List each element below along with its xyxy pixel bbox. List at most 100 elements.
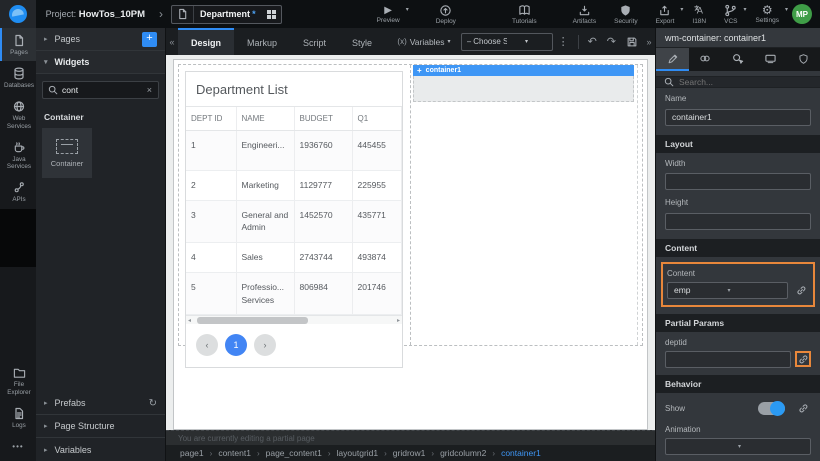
properties-search-input[interactable]: [679, 77, 812, 87]
globe-icon: [13, 100, 25, 113]
widget-selection-header[interactable]: + container1: [413, 65, 634, 76]
security-button[interactable]: Security: [605, 0, 646, 28]
user-avatar[interactable]: MP: [792, 4, 812, 24]
content-field-highlight: Content emp ▾: [661, 262, 815, 307]
animation-select[interactable]: ▾: [665, 438, 811, 455]
breadcrumb-layoutgrid1[interactable]: layoutgrid1: [337, 448, 379, 458]
width-input[interactable]: [665, 173, 811, 190]
deploy-button[interactable]: Deploy: [427, 0, 465, 28]
tab-styles[interactable]: [689, 48, 722, 71]
more-options-button[interactable]: •••: [0, 434, 36, 461]
collapse-right-panel-button[interactable]: »: [643, 37, 655, 47]
breadcrumb-gridcolumn2[interactable]: gridcolumn2: [440, 448, 486, 458]
artifacts-button[interactable]: Artifacts: [564, 0, 605, 28]
deptid-input[interactable]: [665, 351, 791, 368]
variables-section-header[interactable]: ▸ Variables: [36, 438, 165, 461]
data-table-widget[interactable]: Department List DEPT ID NAME BUDGET Q1: [185, 71, 403, 368]
variables-button[interactable]: (x) Variables ▾: [397, 37, 450, 47]
export-icon: [658, 4, 671, 17]
bind-content-button[interactable]: [793, 282, 809, 298]
rail-item-java-services[interactable]: Java Services: [0, 135, 36, 175]
link-icon: [798, 403, 809, 414]
more-actions-button[interactable]: ⋮: [553, 35, 574, 48]
layout-section-header: Layout: [656, 135, 820, 153]
preview-button[interactable]: ▶ ▾ Preview: [368, 0, 409, 28]
widget-search-input[interactable]: [58, 85, 146, 95]
api-nodes-icon: [13, 181, 25, 194]
rail-item-databases[interactable]: Databases: [0, 61, 36, 94]
pager-prev-button[interactable]: ‹: [196, 334, 218, 356]
bind-show-button[interactable]: [795, 401, 811, 417]
save-button[interactable]: [621, 36, 643, 48]
rail-item-pages[interactable]: Pages: [0, 28, 36, 61]
settings-button[interactable]: ⚙ ▾ Settings: [747, 0, 789, 28]
app-logo[interactable]: [0, 0, 36, 28]
properties-search: [656, 76, 820, 88]
tab-events[interactable]: [722, 48, 755, 71]
rail-item-web-services[interactable]: Web Services: [0, 94, 36, 134]
container-widget-tile[interactable]: Container: [42, 128, 92, 178]
pager-page-1[interactable]: 1: [225, 334, 247, 356]
page-structure-section-header[interactable]: ▸ Page Structure: [36, 415, 165, 438]
name-input[interactable]: [665, 109, 811, 126]
breadcrumb-container1[interactable]: container1: [501, 448, 541, 458]
tab-style[interactable]: Style: [339, 28, 385, 55]
column-header: BUDGET: [294, 107, 352, 131]
selected-widget-name: container1: [426, 67, 461, 74]
undo-button[interactable]: ↶: [583, 35, 602, 48]
screen-size-select[interactable]: – Choose Screen Size – ▾: [461, 33, 553, 51]
widgets-section-header[interactable]: ▾ Widgets: [36, 51, 165, 74]
page-grid-button[interactable]: [262, 6, 281, 23]
container-icon: [56, 139, 78, 154]
page-selector[interactable]: Department*: [171, 5, 282, 24]
deptid-label-wrap: deptid: [656, 332, 820, 351]
deploy-icon: [439, 4, 452, 17]
vcs-button[interactable]: ▾ VCS: [715, 0, 746, 28]
add-page-button[interactable]: +: [142, 32, 157, 47]
breadcrumb-content1[interactable]: content1: [218, 448, 251, 458]
left-panel: ▸ Pages + ▾ Widgets × Container Containe…: [36, 28, 166, 461]
editor-area: « Design Markup Script Style (x) Variabl…: [166, 28, 655, 461]
clear-search-icon[interactable]: ×: [146, 85, 153, 95]
bind-deptid-button[interactable]: [795, 351, 811, 367]
device-icon: [764, 53, 777, 64]
grid-column-1[interactable]: Department List DEPT ID NAME BUDGET Q1: [179, 65, 411, 345]
tab-markup[interactable]: Markup: [234, 28, 290, 55]
project-name: HowTos_10PM: [79, 9, 145, 20]
breadcrumb-page-content1[interactable]: page_content1: [266, 448, 322, 458]
refresh-icon[interactable]: ↻: [149, 398, 157, 409]
redo-button[interactable]: ↷: [602, 35, 621, 48]
collapse-left-panel-button[interactable]: «: [166, 28, 178, 55]
tutorials-button[interactable]: Tutorials: [503, 0, 546, 28]
scrollbar-thumb[interactable]: [197, 317, 308, 324]
show-toggle[interactable]: [758, 402, 785, 415]
chevron-down-icon: ▾: [507, 38, 547, 45]
grid-column-2[interactable]: + container1: [411, 65, 642, 345]
tab-script[interactable]: Script: [290, 28, 339, 55]
container-drop-area[interactable]: [413, 76, 634, 102]
i18n-button[interactable]: A I18N: [683, 0, 715, 28]
rail-item-file-explorer[interactable]: File Explorer: [0, 361, 36, 400]
height-field: Height: [656, 192, 820, 232]
selected-container-widget[interactable]: + container1: [413, 65, 634, 102]
layout-grid-row[interactable]: Department List DEPT ID NAME BUDGET Q1: [178, 64, 643, 346]
pager-next-button[interactable]: ›: [254, 334, 276, 356]
rail-item-logs[interactable]: Logs: [0, 401, 36, 434]
breadcrumb-page1[interactable]: page1: [180, 448, 204, 458]
breadcrumb-gridrow1[interactable]: gridrow1: [393, 448, 426, 458]
tab-device[interactable]: [754, 48, 787, 71]
tab-security[interactable]: [787, 48, 820, 71]
tab-design[interactable]: Design: [178, 28, 234, 55]
rail-item-apis[interactable]: APIs: [0, 175, 36, 208]
scroll-right-icon[interactable]: ▸: [395, 317, 402, 324]
content-select[interactable]: emp ▾: [667, 282, 788, 299]
height-input[interactable]: [665, 213, 811, 230]
horizontal-scrollbar[interactable]: ◂ ▸: [186, 315, 402, 324]
export-button[interactable]: ▾ Export: [647, 0, 684, 28]
animation-field: Animation ▾: [656, 419, 820, 457]
tab-properties[interactable]: [656, 48, 689, 71]
prefabs-section-header[interactable]: ▸ Prefabs ↻: [36, 392, 165, 415]
scroll-left-icon[interactable]: ◂: [186, 317, 193, 324]
gear-icon: ⚙: [762, 4, 773, 16]
pages-section-header[interactable]: ▸ Pages +: [36, 28, 165, 51]
